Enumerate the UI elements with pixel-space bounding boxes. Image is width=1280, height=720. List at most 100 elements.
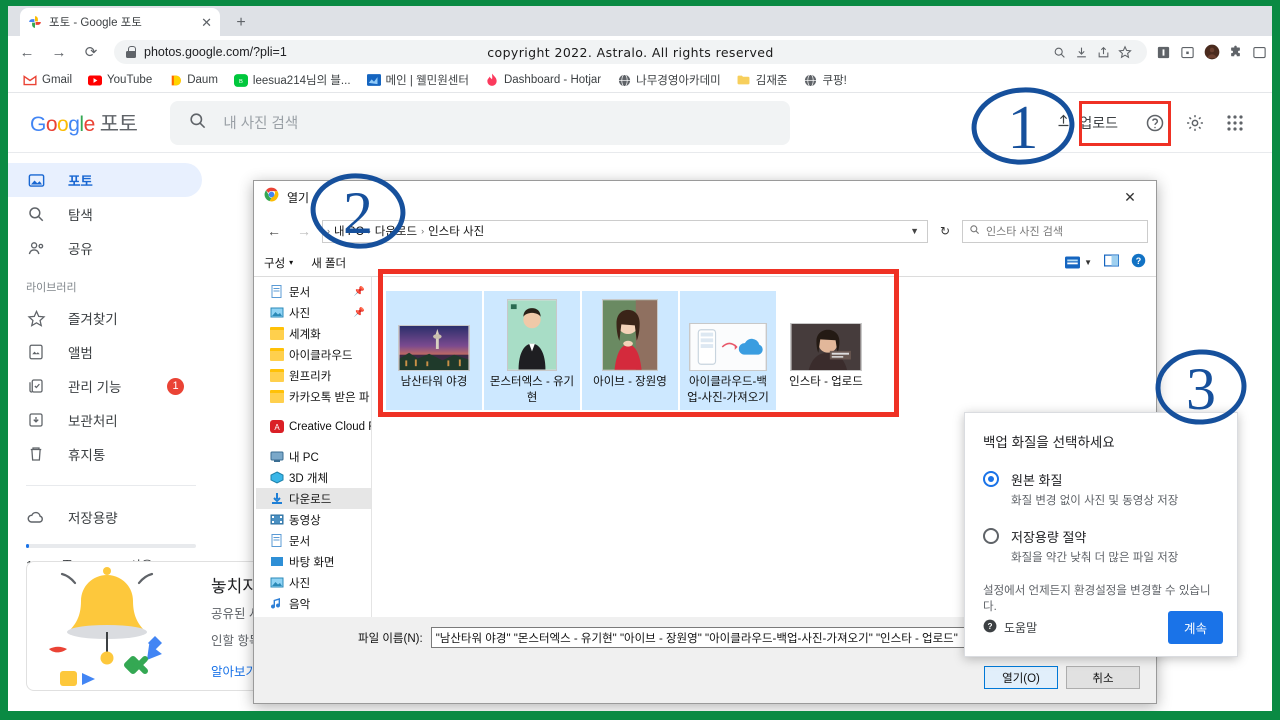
bookmark-main-center[interactable]: 메인 | 웰민원센터 [360, 70, 476, 90]
help-icon[interactable]: ? [1131, 253, 1146, 273]
refresh-icon[interactable]: ↻ [934, 220, 956, 242]
google-apps-grid-icon[interactable] [1218, 106, 1252, 140]
sidebar-item-search[interactable]: 탐색 [8, 197, 202, 231]
back-icon[interactable]: ← [14, 39, 40, 65]
share-icon[interactable] [1093, 42, 1113, 62]
profile-avatar-icon[interactable] [1203, 44, 1220, 61]
tree-item[interactable]: 문서 📌 [256, 281, 371, 302]
browser-tab[interactable]: 포토 - Google 포토 ✕ [20, 8, 220, 36]
breadcrumb-item[interactable]: 내 PC [334, 223, 364, 239]
dialog-search-input[interactable]: 인스타 사진 검색 [962, 219, 1148, 243]
bookmark-kimjaejun[interactable]: 김재준 [730, 70, 795, 90]
folder-tree[interactable]: 문서 📌 사진 📌 세계화 아이클라우드 원프리카 카카오톡 받은 파 A Cr… [254, 277, 372, 617]
tree-item[interactable]: A Creative Cloud Fil [256, 416, 371, 437]
chrome-browser-window: 포토 - Google 포토 ✕ + ← → ⟳ photos.google.c… [8, 6, 1272, 711]
upload-highlight-box [1079, 101, 1171, 146]
tree-item[interactable]: 카카오톡 받은 파 [256, 386, 371, 407]
backup-quality-dialog[interactable]: 백업 화질을 선택하세요 원본 화질 화질 변경 없이 사진 및 동영상 저장 … [964, 412, 1238, 657]
hotjar-flame-icon [485, 73, 499, 87]
downloads-icon [270, 492, 284, 505]
creative-cloud-icon: A [270, 420, 284, 433]
notification-link-learn[interactable]: 알아보기 [211, 661, 257, 680]
address-bar[interactable]: photos.google.com/?pli=1 copyright 2022.… [114, 40, 1147, 64]
extension-icons [1155, 44, 1272, 61]
extensions-puzzle-icon[interactable] [1227, 44, 1244, 61]
help-circle-icon: ? [983, 619, 997, 636]
pin-icon[interactable]: 📌 [354, 286, 371, 297]
new-folder-button[interactable]: 새 폴더 [311, 255, 346, 271]
breadcrumb-item[interactable]: 다운로드 [375, 223, 417, 239]
pin-icon[interactable]: 📌 [354, 307, 371, 318]
tree-item[interactable]: 사진 📌 [256, 302, 371, 323]
preview-pane-icon[interactable] [1104, 254, 1119, 272]
sidepanel-icon[interactable] [1251, 44, 1268, 61]
cancel-button[interactable]: 취소 [1066, 666, 1140, 689]
tree-item[interactable]: 바탕 화면 [256, 551, 371, 572]
archive-icon [26, 410, 46, 430]
bookmark-youtube[interactable]: YouTube [81, 71, 159, 89]
bookmark-daum[interactable]: Daum [161, 71, 225, 89]
chevron-down-icon[interactable]: ▼ [910, 226, 923, 236]
storage-progress-bar [26, 544, 196, 548]
file-item[interactable]: 인스타 - 업로드 [778, 291, 874, 410]
tab-close-icon[interactable]: ✕ [201, 16, 212, 29]
view-options-icon[interactable]: ▼ [1065, 256, 1092, 269]
bookmark-hotjar[interactable]: Dashboard - Hotjar [478, 71, 608, 89]
search-icon[interactable] [1049, 42, 1069, 62]
tree-item[interactable]: 문서 [256, 530, 371, 551]
tree-item[interactable]: 원프리카 [256, 365, 371, 386]
dialog-back-icon[interactable]: ← [262, 219, 286, 243]
tree-item-downloads[interactable]: 다운로드 [256, 488, 371, 509]
open-button[interactable]: 열기(O) [984, 666, 1058, 689]
radio-storage-saver[interactable] [983, 528, 999, 544]
tree-item-this-pc[interactable]: 내 PC [256, 446, 371, 467]
continue-button[interactable]: 계속 [1167, 611, 1223, 644]
backup-option-saver[interactable]: 저장용량 절약 화질을 약간 낮춰 더 많은 파일 저장 [983, 527, 1219, 565]
organize-menu[interactable]: 구성 ▾ [264, 255, 293, 271]
cast-icon[interactable] [1179, 44, 1196, 61]
tree-item[interactable]: 3D 개체 [256, 467, 371, 488]
file-item[interactable]: 남산타워 야경 [386, 291, 482, 411]
bookmark-namu-academy[interactable]: 나무경영아카데미 [610, 70, 728, 90]
sidebar-item-archive[interactable]: 보관처리 [8, 403, 202, 437]
sidebar-item-storage[interactable]: 저장용량 [8, 500, 202, 534]
sidebar-label: 관리 기능 [68, 380, 122, 395]
bookmark-star-icon[interactable] [1115, 42, 1135, 62]
dialog-buttons: 열기(O) 취소 [984, 666, 1140, 689]
forward-icon[interactable]: → [46, 39, 72, 65]
settings-gear-icon[interactable] [1178, 106, 1212, 140]
tree-item[interactable]: 동영상 [256, 509, 371, 530]
download-icon[interactable] [1071, 42, 1091, 62]
breadcrumb-item[interactable]: 인스타 사진 [428, 223, 484, 239]
reading-list-icon[interactable] [1155, 44, 1172, 61]
backup-option-original[interactable]: 원본 화질 화질 변경 없이 사진 및 동영상 저장 [983, 470, 1219, 508]
radio-original-quality[interactable] [983, 471, 999, 487]
reload-icon[interactable]: ⟳ [78, 39, 104, 65]
sidebar-item-utilities[interactable]: 관리 기능 1 [8, 369, 202, 403]
tree-item[interactable]: 음악 [256, 593, 371, 614]
help-link[interactable]: ? 도움말 [983, 619, 1037, 636]
bookmark-gmail[interactable]: Gmail [16, 71, 79, 89]
sidebar-item-albums[interactable]: 앨범 [8, 335, 202, 369]
dialog-forward-icon[interactable]: → [292, 219, 316, 243]
bookmark-naver-blog[interactable]: B leesua214님의 블... [227, 70, 358, 90]
bookmark-coupang[interactable]: 쿠팡! [797, 70, 854, 90]
option-label: 저장용량 절약 [1011, 530, 1087, 545]
sidebar-item-sharing[interactable]: 공유 [8, 231, 202, 265]
sidebar-item-trash[interactable]: 휴지통 [8, 437, 202, 471]
tree-item[interactable]: 아이클라우드 [256, 344, 371, 365]
breadcrumb[interactable]: › 내 PC › 다운로드 › 인스타 사진 ▼ [322, 219, 928, 243]
file-item[interactable]: 아이클라우드-백업-사진-가져오기 [680, 291, 776, 411]
dialog-toolbar: 구성 ▾ 새 폴더 ▼ ? [254, 249, 1156, 277]
file-item[interactable]: 몬스터엑스 - 유기현 [484, 291, 580, 411]
tree-item[interactable]: 세계화 [256, 323, 371, 344]
star-icon [26, 308, 46, 328]
photos-search-input[interactable]: 내 사진 검색 [170, 100, 791, 145]
close-icon[interactable]: ✕ [1110, 182, 1150, 212]
sidebar-item-favorites[interactable]: 즐겨찾기 [8, 301, 202, 335]
tree-label: 사진 [289, 307, 311, 320]
file-item[interactable]: 아이브 - 장원영 [582, 291, 678, 411]
tree-item[interactable]: 사진 [256, 572, 371, 593]
sidebar-item-photos[interactable]: 포토 [8, 163, 202, 197]
new-tab-button[interactable]: + [230, 12, 252, 34]
